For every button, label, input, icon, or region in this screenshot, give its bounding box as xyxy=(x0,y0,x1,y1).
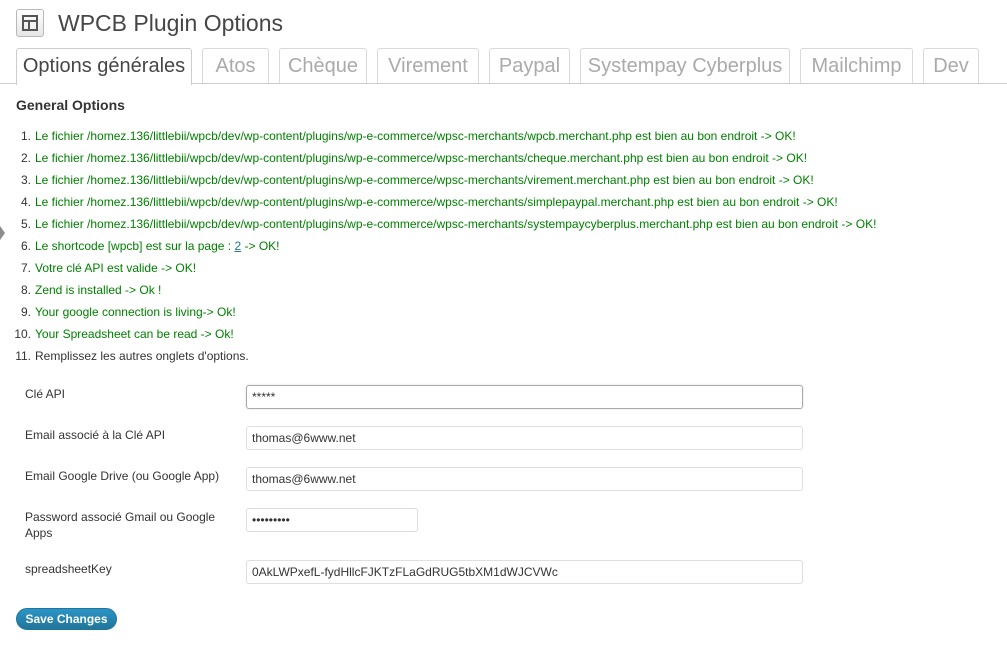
list-number: 10. xyxy=(14,327,31,341)
check-message: Le fichier /homez.136/littlebii/wpcb/dev… xyxy=(35,195,838,209)
list-number: 8. xyxy=(20,283,31,297)
options-tabs: Options générales Atos Chèque Virement P… xyxy=(0,47,1007,85)
check-message: Le shortcode [wpcb] est sur la page : 2 … xyxy=(35,235,279,257)
check-message: Zend is installed -> Ok ! xyxy=(35,283,162,297)
drive-email-label: Email Google Drive (ou Google App) xyxy=(25,469,220,483)
check-message: Your Spreadsheet can be read -> Ok! xyxy=(35,327,234,341)
list-item: 6. Le shortcode [wpcb] est sur la page : … xyxy=(0,235,876,257)
settings-page-icon xyxy=(16,9,44,37)
tab-virement[interactable]: Virement xyxy=(377,48,479,83)
check-message: Votre clé API est valide -> OK! xyxy=(35,261,197,275)
list-number: 2. xyxy=(20,151,31,165)
check-message: Le fichier /homez.136/littlebii/wpcb/dev… xyxy=(35,151,808,165)
tab-options-generales[interactable]: Options générales xyxy=(16,48,192,85)
list-item: 4. Le fichier /homez.136/littlebii/wpcb/d… xyxy=(0,191,876,213)
api-email-input[interactable] xyxy=(246,426,803,450)
tab-systempay-cyberplus[interactable]: Systempay Cyberplus xyxy=(580,48,790,83)
status-check-list: 1. Le fichier /homez.136/littlebii/wpcb/d… xyxy=(0,125,876,367)
check-message: Le fichier /homez.136/littlebii/wpcb/dev… xyxy=(35,129,796,143)
list-number: 7. xyxy=(20,261,31,275)
list-item: 3. Le fichier /homez.136/littlebii/wpcb/d… xyxy=(0,169,876,191)
api-key-input[interactable] xyxy=(246,385,803,409)
list-item: 11. Remplissez les autres onglets d'optio… xyxy=(0,345,876,367)
drive-email-input[interactable] xyxy=(246,467,803,491)
shortcode-text: Le shortcode [wpcb] est sur la page : xyxy=(35,239,235,253)
api-key-label: Clé API xyxy=(25,387,66,401)
page-header: WPCB Plugin Options xyxy=(16,5,283,41)
list-number: 11. xyxy=(15,349,31,363)
check-message: Le fichier /homez.136/littlebii/wpcb/dev… xyxy=(35,173,814,187)
list-number: 9. xyxy=(20,305,31,319)
list-number: 6. xyxy=(20,239,31,253)
list-item: 5. Le fichier /homez.136/littlebii/wpcb/d… xyxy=(0,213,876,235)
list-item: 9. Your google connection is living-> Ok! xyxy=(0,301,876,323)
gmail-password-input[interactable] xyxy=(246,508,418,532)
tab-paypal[interactable]: Paypal xyxy=(489,48,570,83)
shortcode-status: -> OK! xyxy=(241,239,280,253)
save-changes-button[interactable]: Save Changes xyxy=(16,608,117,630)
list-item: 2. Le fichier /homez.136/littlebii/wpcb/d… xyxy=(0,147,876,169)
list-number: 1. xyxy=(20,129,31,143)
list-number: 3. xyxy=(20,173,31,187)
tab-atos[interactable]: Atos xyxy=(202,48,269,83)
page-title: WPCB Plugin Options xyxy=(58,10,283,36)
section-title: General Options xyxy=(16,97,125,113)
spreadsheet-key-label: spreadsheetKey xyxy=(25,562,112,576)
list-number: 5. xyxy=(20,217,31,231)
tab-dev[interactable]: Dev xyxy=(923,48,979,83)
spreadsheet-key-input[interactable] xyxy=(246,560,803,584)
tab-mailchimp[interactable]: Mailchimp xyxy=(800,48,913,83)
tab-cheque[interactable]: Chèque xyxy=(279,48,367,83)
list-item: 7. Votre clé API est valide -> OK! xyxy=(0,257,876,279)
check-message: Le fichier /homez.136/littlebii/wpcb/dev… xyxy=(35,217,877,231)
gmail-password-label: Password associé Gmail ou Google Apps xyxy=(25,510,216,540)
check-message: Your google connection is living-> Ok! xyxy=(35,305,236,319)
list-item: 1. Le fichier /homez.136/littlebii/wpcb/d… xyxy=(0,125,876,147)
list-item: 10. Your Spreadsheet can be read -> Ok! xyxy=(0,323,876,345)
list-item: 8. Zend is installed -> Ok ! xyxy=(0,279,876,301)
list-number: 4. xyxy=(20,195,31,209)
check-message: Remplissez les autres onglets d'options. xyxy=(35,349,249,363)
api-email-label: Email associé à la Clé API xyxy=(25,428,166,442)
